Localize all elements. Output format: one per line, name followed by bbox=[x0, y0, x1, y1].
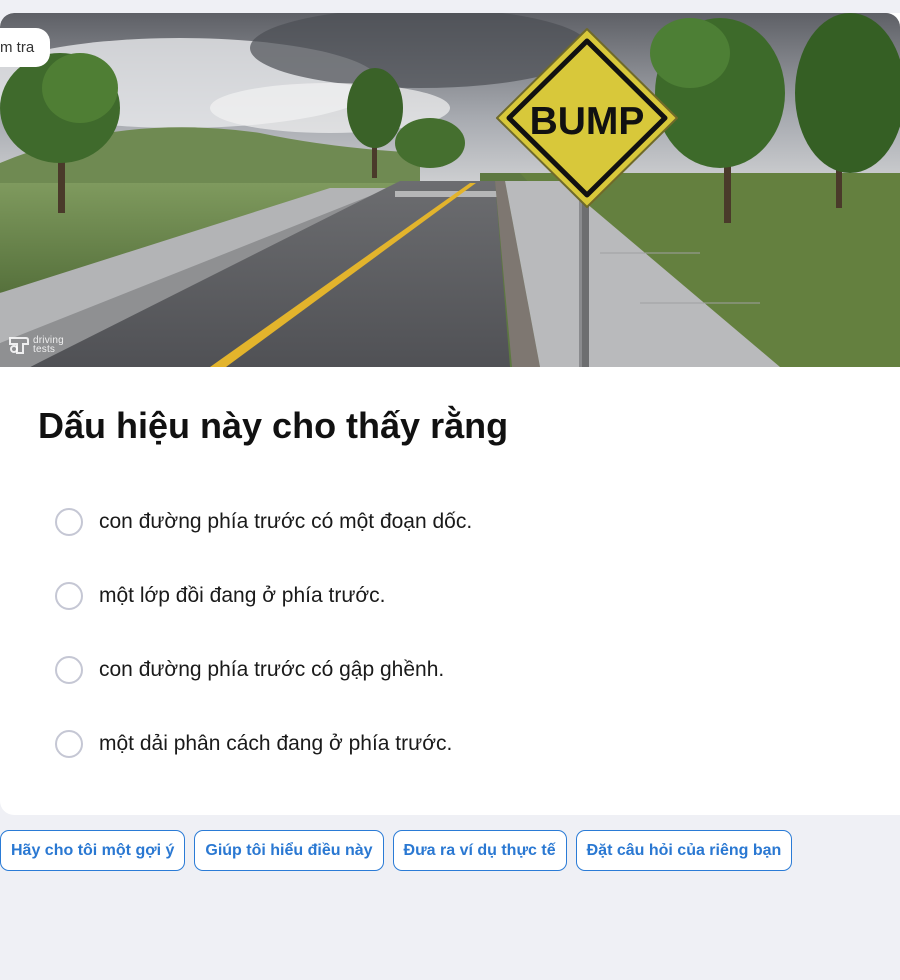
explain-button[interactable]: Giúp tôi hiểu điều này bbox=[194, 830, 384, 871]
answer-option[interactable]: con đường phía trước có một đoạn dốc. bbox=[55, 508, 472, 536]
answer-option-label: con đường phía trước có một đoạn dốc. bbox=[99, 510, 473, 533]
answer-option[interactable]: con đường phía trước có gập ghềnh. bbox=[55, 656, 472, 684]
answer-option-label: con đường phía trước có gập ghềnh. bbox=[99, 658, 445, 681]
radio-button[interactable] bbox=[55, 730, 83, 758]
question-image: BUMP driving tests bbox=[0, 13, 900, 367]
watermark: driving tests bbox=[8, 335, 64, 355]
answer-option-label: một dải phân cách đang ở phía trước. bbox=[99, 732, 453, 755]
answer-option-label: một lớp đồi đang ở phía trước. bbox=[99, 584, 386, 607]
answer-option[interactable]: một lớp đồi đang ở phía trước. bbox=[55, 582, 472, 610]
question-card: BUMP driving tests m tra Dấu hiệu này ch… bbox=[0, 13, 900, 815]
hint-button[interactable]: Hãy cho tôi một gợi ý bbox=[0, 830, 186, 871]
answer-options: con đường phía trước có một đoạn dốc. mộ… bbox=[55, 508, 472, 804]
radio-button[interactable] bbox=[55, 656, 83, 684]
driving-tests-logo-icon bbox=[9, 337, 29, 354]
watermark-line2: tests bbox=[33, 344, 56, 355]
suggestion-chips: Hãy cho tôi một gợi ý Giúp tôi hiểu điều… bbox=[0, 830, 793, 871]
tab-label[interactable]: m tra bbox=[0, 28, 51, 67]
real-example-button[interactable]: Đưa ra ví dụ thực tế bbox=[392, 830, 567, 871]
sign-text: BUMP bbox=[530, 100, 645, 143]
radio-button[interactable] bbox=[55, 508, 83, 536]
radio-button[interactable] bbox=[55, 582, 83, 610]
answer-option[interactable]: một dải phân cách đang ở phía trước. bbox=[55, 730, 472, 758]
question-text: Dấu hiệu này cho thấy rằng bbox=[38, 405, 509, 446]
ask-own-question-button[interactable]: Đặt câu hỏi của riêng bạn bbox=[575, 830, 793, 871]
